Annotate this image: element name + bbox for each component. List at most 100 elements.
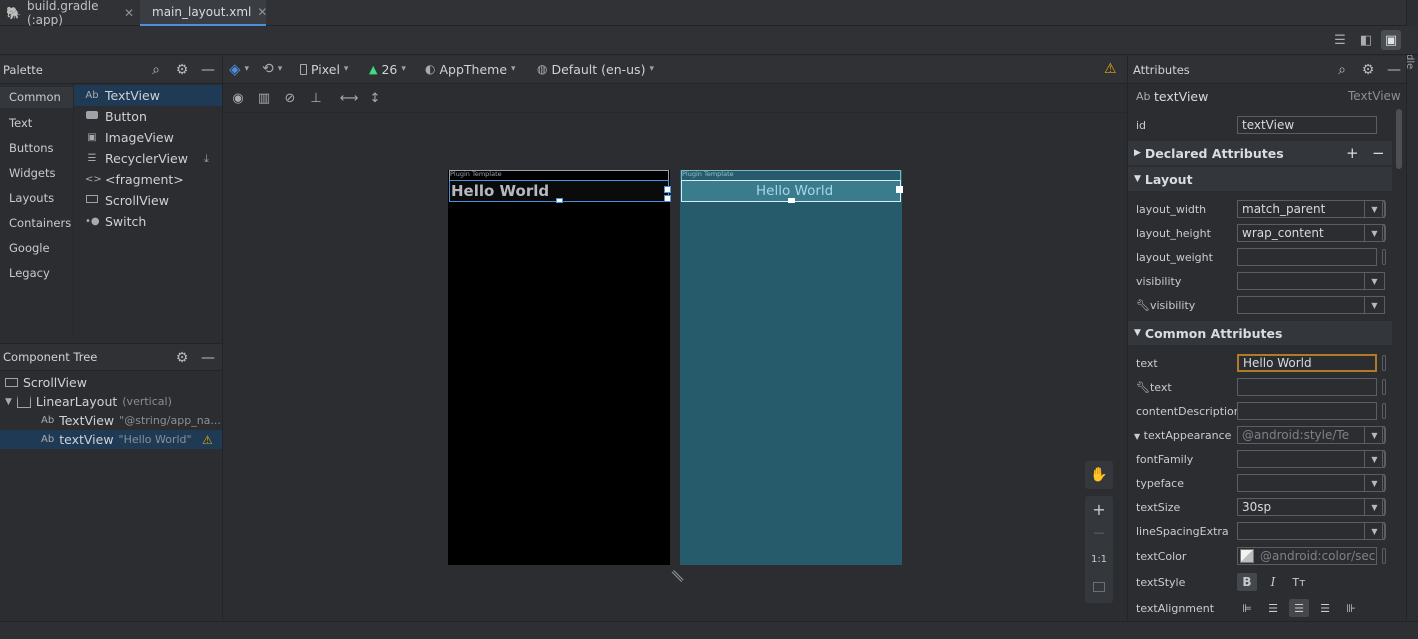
orientation-button[interactable]: ⟲ ▾	[262, 57, 282, 81]
attr-pin[interactable]	[1382, 523, 1386, 539]
bold-button[interactable]: B	[1237, 573, 1257, 591]
layout-weight-field[interactable]	[1237, 248, 1377, 266]
zoom-actual-size-button[interactable]: 1:1	[1085, 554, 1113, 565]
code-view-icon[interactable]: ☰	[1330, 30, 1350, 50]
font-family-field[interactable]	[1237, 450, 1365, 468]
minimize-icon[interactable]: —	[199, 61, 217, 79]
blueprint-preview[interactable]: Plugin Template Hello World	[680, 170, 903, 565]
id-field[interactable]: textView	[1237, 116, 1377, 134]
minimize-icon[interactable]: —	[199, 349, 217, 367]
text-color-field[interactable]: @android:color/seco	[1237, 547, 1377, 565]
theme-selector[interactable]: ◐ AppTheme ▾	[425, 57, 516, 81]
add-icon[interactable]: +	[1346, 144, 1359, 162]
resize-handle[interactable]	[896, 186, 903, 193]
pack-horizontal-icon[interactable]: ⟷	[340, 89, 359, 107]
close-icon[interactable]: ✕	[124, 6, 134, 20]
pack-vertical-icon[interactable]: ↕	[366, 89, 384, 107]
category-containers[interactable]: Containers	[9, 216, 71, 230]
palette-item-fragment[interactable]: <> <fragment>	[74, 169, 222, 190]
attr-pin[interactable]	[1382, 403, 1386, 419]
hello-textview-selected[interactable]: Hello World	[449, 180, 671, 203]
palette-item-recyclerview[interactable]: ☰ RecyclerView ⤓	[74, 148, 222, 169]
palette-item-imageview[interactable]: ▣ ImageView	[74, 127, 222, 148]
category-buttons[interactable]: Buttons	[9, 141, 54, 155]
zoom-to-fit-icon[interactable]	[1093, 582, 1105, 592]
layout-section[interactable]: ▼ Layout	[1128, 167, 1392, 191]
tree-node-textview-selected[interactable]: Ab textView "Hello World" ⚠	[0, 430, 222, 449]
expand-triangle-icon[interactable]: ▼	[5, 397, 12, 407]
warning-indicator[interactable]: ⚠	[1104, 57, 1117, 81]
tree-node-scrollview[interactable]: ScrollView	[5, 373, 87, 392]
attr-pin[interactable]	[1382, 548, 1386, 564]
attributes-scrollbar-thumb[interactable]	[1396, 109, 1402, 169]
device-selector[interactable]: Pixel ▾	[300, 57, 348, 81]
gear-icon[interactable]: ⚙	[1359, 61, 1377, 79]
resize-handle[interactable]	[664, 195, 671, 202]
category-legacy[interactable]: Legacy	[9, 266, 50, 280]
line-spacing-field[interactable]	[1237, 522, 1365, 540]
align-center-icon[interactable]: ☰	[1289, 599, 1309, 617]
content-description-field[interactable]	[1237, 402, 1377, 420]
palette-item-switch[interactable]: •● Switch	[74, 211, 222, 232]
attr-pin[interactable]	[1382, 201, 1386, 217]
attr-pin[interactable]	[1382, 225, 1386, 241]
attr-pin[interactable]	[1382, 355, 1386, 371]
typeface-field[interactable]	[1237, 474, 1365, 492]
attr-pin[interactable]	[1382, 427, 1386, 443]
tree-node-linearlayout[interactable]: ▼ LinearLayout (vertical)	[5, 392, 172, 411]
palette-item-textview[interactable]: Ab TextView	[74, 85, 222, 106]
color-swatch-icon[interactable]	[1240, 549, 1254, 563]
category-text[interactable]: Text	[9, 116, 32, 130]
layout-width-field[interactable]: match_parent	[1237, 200, 1365, 218]
align-left-icon[interactable]: ☰	[1263, 599, 1283, 617]
common-attributes-section[interactable]: ▼ Common Attributes	[1128, 321, 1392, 345]
canvas-resize-grip[interactable]: ∥	[669, 568, 685, 584]
align-right-icon[interactable]: ☰	[1315, 599, 1335, 617]
autoconnect-off-icon[interactable]: ⊘	[281, 89, 299, 107]
category-google[interactable]: Google	[9, 241, 50, 255]
attr-label[interactable]: ▼ textAppearance	[1134, 429, 1231, 442]
design-preview[interactable]: Plugin Template Hello World	[448, 170, 671, 565]
chevron-down-icon[interactable]: ▼	[1365, 272, 1385, 290]
text-field[interactable]: Hello World	[1237, 354, 1377, 372]
tools-visibility-field[interactable]	[1237, 296, 1365, 314]
italic-button[interactable]: I	[1263, 573, 1283, 591]
tab-main-layout[interactable]: main_layout.xml ✕	[140, 0, 267, 26]
close-icon[interactable]: ✕	[257, 5, 267, 19]
attr-pin[interactable]	[1382, 379, 1386, 395]
pan-hand-icon[interactable]: ✋	[1085, 461, 1113, 489]
design-view-icon[interactable]: ▣	[1381, 30, 1401, 50]
resize-handle[interactable]	[664, 186, 671, 193]
remove-icon[interactable]: −	[1372, 144, 1385, 162]
eye-icon[interactable]: ◉	[229, 89, 247, 107]
download-icon[interactable]: ⤓	[204, 152, 209, 166]
category-widgets[interactable]: Widgets	[9, 166, 56, 180]
locale-selector[interactable]: ◍ Default (en-us) ▾	[537, 57, 654, 81]
align-text-end-icon[interactable]: ⊪	[1341, 599, 1361, 617]
search-icon[interactable]: ⌕	[147, 61, 165, 79]
warning-icon[interactable]: ⚠	[202, 433, 213, 447]
tab-build-gradle[interactable]: 🐘 build.gradle (:app) ✕	[0, 0, 140, 27]
api-level-selector[interactable]: ▲ 26 ▾	[369, 57, 406, 81]
category-layouts[interactable]: Layouts	[9, 191, 54, 205]
declared-attributes-section[interactable]: ▶ Declared Attributes + −	[1128, 141, 1392, 165]
text-size-field[interactable]: 30sp	[1237, 498, 1365, 516]
zoom-in-button[interactable]: +	[1085, 500, 1113, 519]
zoom-out-button[interactable]: —	[1085, 526, 1113, 539]
attr-pin[interactable]	[1382, 451, 1386, 467]
all-caps-button[interactable]: Tт	[1289, 573, 1309, 591]
tree-node-textview-appname[interactable]: Ab TextView "@string/app_na...	[41, 411, 221, 430]
layout-height-field[interactable]: wrap_content	[1237, 224, 1365, 242]
search-icon[interactable]: ⌕	[1333, 61, 1351, 79]
chevron-down-icon[interactable]: ▼	[1365, 296, 1385, 314]
gear-icon[interactable]: ⚙	[173, 349, 191, 367]
align-text-start-icon[interactable]: ⊫	[1237, 599, 1257, 617]
hello-textview-selected[interactable]: Hello World	[681, 180, 903, 203]
visibility-field[interactable]	[1237, 272, 1365, 290]
split-view-icon[interactable]: ◧	[1356, 30, 1376, 50]
category-common[interactable]: Common	[0, 87, 73, 108]
palette-item-scrollview[interactable]: ScrollView	[74, 190, 222, 211]
minimize-icon[interactable]: —	[1385, 61, 1403, 79]
design-surface-button[interactable]: ◈ ▾	[229, 57, 249, 81]
tools-text-field[interactable]	[1237, 378, 1377, 396]
